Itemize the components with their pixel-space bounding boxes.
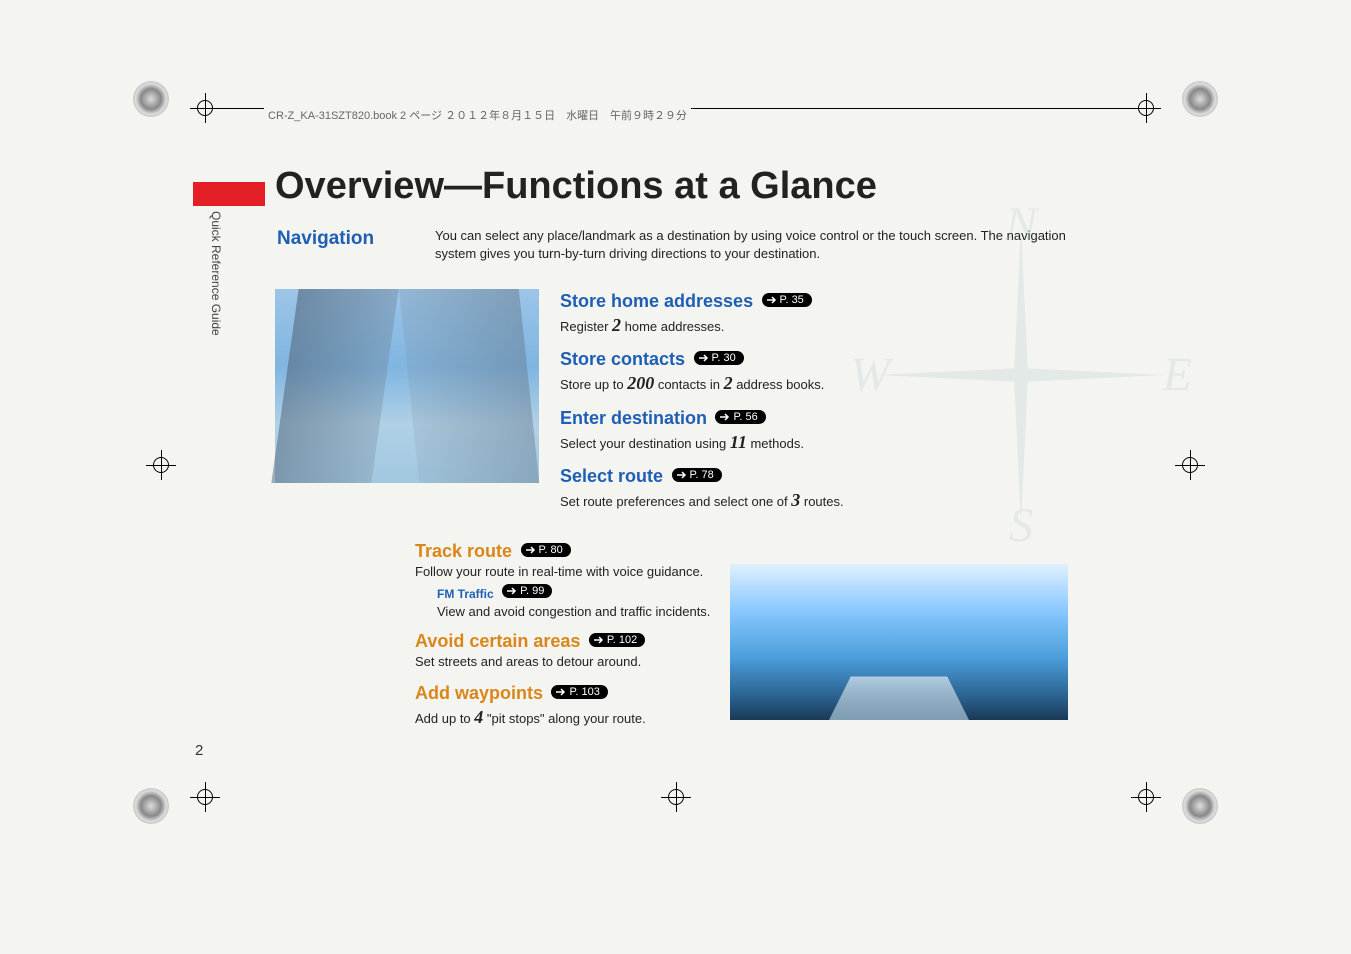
page-ref-text: P. 99 (520, 585, 544, 597)
page-ref-pill[interactable]: P. 99 (502, 584, 552, 598)
page-ref-pill[interactable]: P. 103 (551, 685, 607, 699)
reg-mark-corner (1182, 81, 1218, 117)
page-ref-pill[interactable]: P. 102 (589, 633, 645, 647)
page-ref-text: P. 78 (690, 469, 714, 481)
features-group-bottom: Track route P. 80 Follow your route in r… (415, 541, 935, 741)
sub-feature-desc: View and avoid congestion and traffic in… (437, 604, 935, 619)
page-ref-pill[interactable]: P. 35 (762, 293, 812, 307)
reg-mark-cross (1131, 93, 1161, 123)
feature-store-contacts: Store contacts P. 30 Store up to 200 con… (560, 349, 1080, 395)
page-ref-text: P. 30 (712, 352, 736, 364)
page-ref-pill[interactable]: P. 56 (715, 410, 765, 424)
feature-track-route: Track route P. 80 Follow your route in r… (415, 541, 935, 619)
page-ref-pill[interactable]: P. 30 (694, 351, 744, 365)
feature-store-home: Store home addresses P. 35 Register 2 ho… (560, 291, 1080, 337)
reg-mark-cross (1131, 782, 1161, 812)
document-page: Quick Reference Guide Overview—Functions… (195, 165, 1156, 759)
arrow-icon (698, 353, 710, 363)
reg-mark-corner (133, 81, 169, 117)
section-heading-navigation: Navigation (277, 228, 374, 250)
page-ref-text: P. 35 (780, 294, 804, 306)
page-ref-pill[interactable]: P. 80 (521, 543, 571, 557)
feature-desc: Follow your route in real-time with voic… (415, 564, 935, 581)
feature-desc: Set route preferences and select one of … (560, 489, 1080, 512)
page-title: Overview—Functions at a Glance (275, 165, 877, 208)
red-accent-bar (193, 182, 265, 206)
feature-title: Add waypoints (415, 683, 543, 704)
feature-add-waypoints: Add waypoints P. 103 Add up to 4 "pit st… (415, 683, 935, 729)
feature-title: Store home addresses (560, 291, 753, 312)
feature-desc: Set streets and areas to detour around. (415, 654, 935, 671)
feature-desc: Select your destination using 11 methods… (560, 431, 1080, 454)
arrow-icon (525, 545, 537, 555)
page-ref-text: P. 56 (733, 411, 757, 423)
illustration-buildings (275, 289, 539, 483)
reg-mark-corner (133, 788, 169, 824)
page-ref-text: P. 103 (569, 686, 599, 698)
compass-e: E (1163, 348, 1192, 403)
feature-title: Avoid certain areas (415, 631, 580, 652)
page-ref-pill[interactable]: P. 78 (672, 468, 722, 482)
feature-enter-destination: Enter destination P. 56 Select your dest… (560, 408, 1080, 454)
feature-title: Store contacts (560, 349, 685, 370)
feature-desc: Register 2 home addresses. (560, 314, 1080, 337)
reg-mark-corner (1182, 788, 1218, 824)
side-label: Quick Reference Guide (209, 211, 223, 336)
print-header-text: CR-Z_KA-31SZT820.book 2 ページ ２０１２年８月１５日 水… (264, 107, 691, 123)
compass-n: N (1005, 197, 1037, 252)
arrow-icon (593, 635, 605, 645)
feature-title: Enter destination (560, 408, 707, 429)
feature-title: Select route (560, 466, 663, 487)
feature-select-route: Select route P. 78 Set route preferences… (560, 466, 1080, 512)
arrow-icon (676, 470, 688, 480)
page-number: 2 (195, 742, 203, 759)
sub-feature-title: FM Traffic (437, 587, 494, 601)
arrow-icon (719, 412, 731, 422)
feature-title: Track route (415, 541, 512, 562)
arrow-icon (766, 295, 778, 305)
reg-mark-cross (661, 782, 691, 812)
reg-mark-cross (190, 93, 220, 123)
feature-desc: Add up to 4 "pit stops" along your route… (415, 706, 935, 729)
arrow-icon (506, 586, 518, 596)
page-ref-text: P. 80 (539, 544, 563, 556)
reg-mark-cross (146, 450, 176, 480)
sub-feature-fm-traffic: FM Traffic P. 99 View and avoid congesti… (437, 584, 935, 619)
features-group-top: Store home addresses P. 35 Register 2 ho… (560, 291, 1080, 525)
reg-mark-cross (190, 782, 220, 812)
feature-avoid-areas: Avoid certain areas P. 102 Set streets a… (415, 631, 935, 671)
page-ref-text: P. 102 (607, 634, 637, 646)
arrow-icon (555, 687, 567, 697)
feature-desc: Store up to 200 contacts in 2 address bo… (560, 372, 1080, 395)
